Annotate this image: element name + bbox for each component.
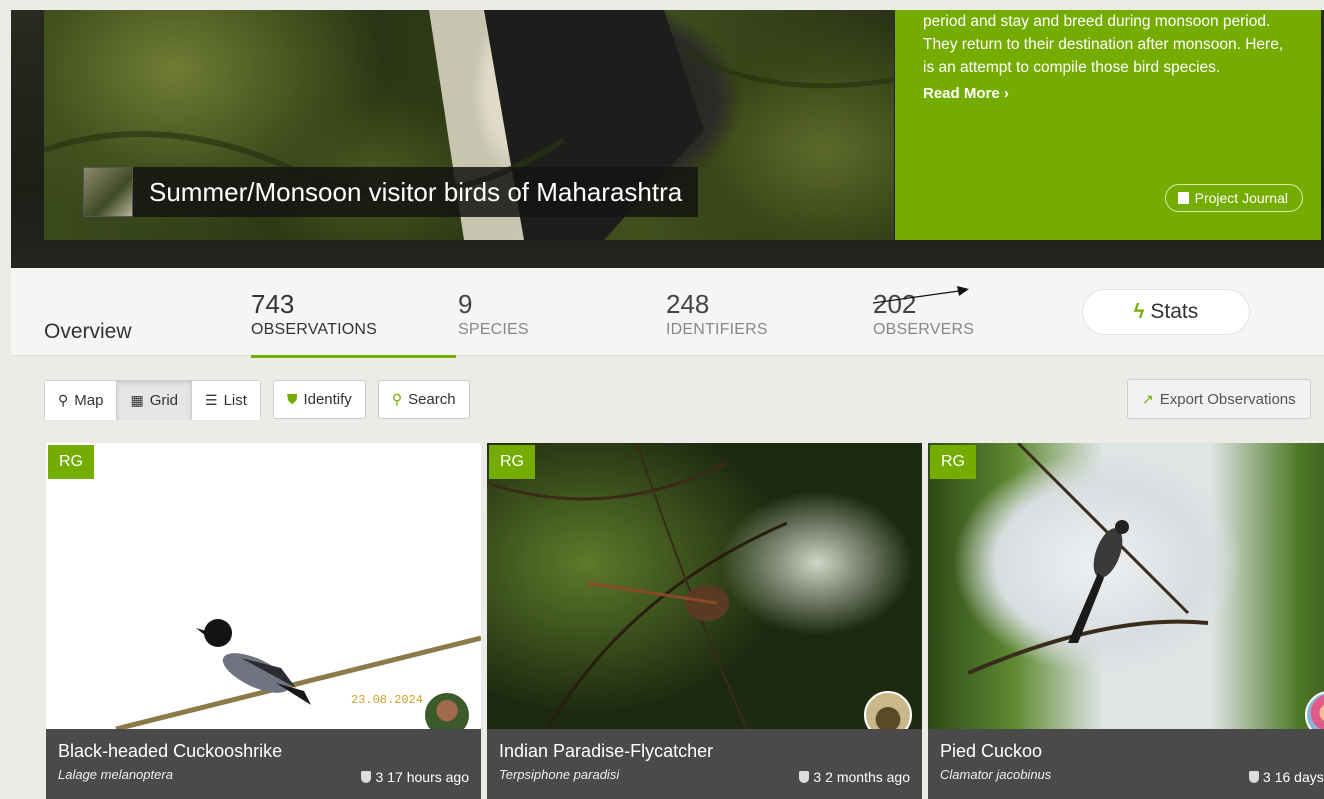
observation-meta: 3 17 hours ago [361, 769, 469, 785]
observations-count: 743 [251, 289, 295, 319]
observation-card[interactable]: RG Pied Cuckoo Clamator jacobinus 3 16 d… [928, 443, 1324, 799]
export-label: Export Observations [1159, 390, 1296, 408]
map-label: Map [74, 392, 104, 409]
grid-icon: ▦ [130, 392, 144, 408]
observation-meta: 3 16 days ago [1248, 769, 1324, 785]
view-toolbar: ⚲ Map ▦ Grid ☰ List ⛊ Identify ⚲ Search [44, 380, 470, 420]
identification-count: 3 [1262, 769, 1271, 785]
tab-identifiers[interactable]: 248 IDENTIFIERS [666, 290, 768, 339]
map-pin-icon: ⚲ [58, 392, 69, 408]
identifiers-label: IDENTIFIERS [666, 321, 768, 338]
list-icon: ☰ [205, 392, 218, 408]
observation-caption: Indian Paradise-Flycatcher Terpsiphone p… [487, 729, 922, 799]
identifications-shield-icon [1248, 771, 1259, 783]
project-stats-bar: Overview 743 OBSERVATIONS 9 SPECIES 248 … [11, 268, 1324, 358]
identifications-shield-icon [799, 771, 810, 783]
observation-caption: Black-headed Cuckooshrike Lalage melanop… [46, 729, 481, 799]
observation-photo[interactable] [487, 443, 922, 730]
observation-meta: 3 2 months ago [799, 769, 910, 785]
observers-label: OBSERVERS [873, 321, 975, 338]
search-icon: ⚲ [391, 391, 403, 407]
identifiers-count: 248 [666, 289, 710, 319]
observations-label: OBSERVATIONS [251, 321, 377, 338]
cuckooshrike-photo [115, 619, 481, 732]
identify-button[interactable]: ⛊ Identify [272, 380, 366, 419]
common-name[interactable]: Pied Cuckoo [940, 741, 1324, 761]
external-link-icon: ↗ [1142, 390, 1154, 407]
map-view-button[interactable]: ⚲ Map [45, 381, 118, 420]
export-observations-button[interactable]: ↗ Export Observations [1127, 379, 1311, 419]
common-name[interactable]: Black-headed Cuckooshrike [58, 741, 469, 761]
species-label: SPECIES [458, 321, 529, 338]
observation-time: 17 hours ago [387, 769, 469, 785]
project-description: period and stay and breed during monsoon… [923, 13, 1284, 76]
pied-cuckoo-photo [967, 443, 1209, 675]
stats-button[interactable]: ϟ Stats [1082, 289, 1250, 335]
grid-view-button[interactable]: ▦ Grid [117, 381, 193, 420]
photo-date-stamp: 23.08.2024 [351, 693, 424, 707]
project-journal-label: Project Journal [1194, 190, 1288, 206]
journal-icon [1177, 192, 1189, 204]
identify-shield-icon: ⛊ [286, 391, 298, 407]
annotation-arrow-icon [873, 286, 969, 304]
flycatcher-photo [487, 443, 788, 730]
read-more-link[interactable]: Read More › [923, 85, 1009, 102]
identifications-shield-icon [361, 771, 372, 783]
list-label: List [223, 392, 247, 409]
observation-photo[interactable]: 23.08.2024 [46, 443, 481, 732]
species-count: 9 [458, 289, 473, 319]
project-description-panel: period and stay and breed during monsoon… [895, 10, 1321, 240]
tab-observations[interactable]: 743 OBSERVATIONS [251, 289, 456, 358]
project-journal-button[interactable]: Project Journal [1164, 184, 1303, 212]
observation-caption: Pied Cuckoo Clamator jacobinus 3 16 days… [928, 729, 1324, 799]
stats-label: Stats [1150, 300, 1199, 323]
grid-label: Grid [149, 392, 179, 409]
observation-photo[interactable] [928, 443, 1324, 729]
search-label: Search [408, 391, 456, 408]
observation-time: 16 days ago [1274, 769, 1324, 785]
tab-species[interactable]: 9 SPECIES [458, 290, 529, 339]
research-grade-badge: RG [489, 445, 535, 479]
identify-label: Identify [303, 391, 352, 408]
project-icon [83, 167, 133, 217]
lightning-icon: ϟ [1133, 300, 1145, 323]
research-grade-badge: RG [930, 445, 976, 479]
search-button[interactable]: ⚲ Search [377, 380, 470, 419]
identification-count: 3 [375, 769, 384, 785]
list-view-button[interactable]: ☰ List [192, 381, 260, 420]
observation-card[interactable]: RG Indian Paradise-Flycatcher Terpsiphon… [487, 443, 922, 799]
project-title: Summer/Monsoon visitor birds of Maharash… [133, 167, 699, 217]
research-grade-badge: RG [48, 445, 94, 479]
banner-title-box: Summer/Monsoon visitor birds of Maharash… [83, 167, 699, 217]
common-name[interactable]: Indian Paradise-Flycatcher [499, 741, 910, 761]
observation-card[interactable]: 23.08.2024 RG Black-headed Cuckooshrike … [46, 443, 481, 799]
observation-time: 2 months ago [825, 769, 910, 785]
view-switcher: ⚲ Map ▦ Grid ☰ List [44, 380, 261, 420]
project-banner: Summer/Monsoon visitor birds of Maharash… [11, 10, 1324, 268]
tab-overview[interactable]: Overview [44, 320, 132, 344]
identification-count: 3 [813, 769, 822, 785]
